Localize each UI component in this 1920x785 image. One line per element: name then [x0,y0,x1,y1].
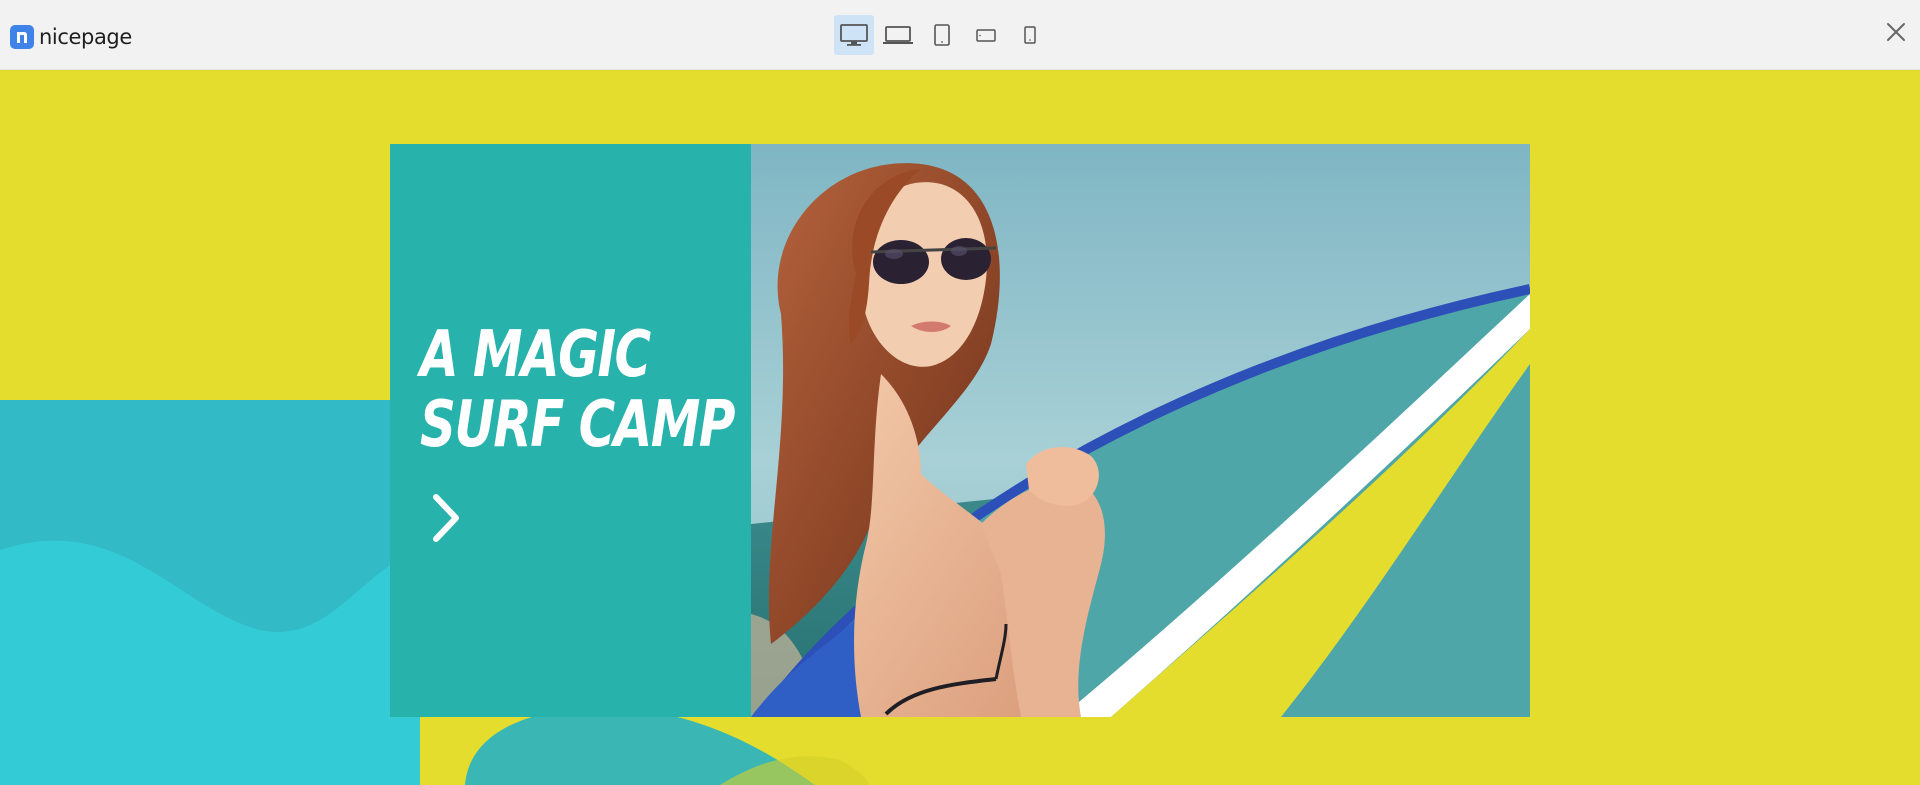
preview-toolbar: nicepage [0,0,1920,70]
device-phone-portrait-button[interactable] [1010,15,1050,55]
hero-title-line-2: SURF CAMP [420,388,735,462]
hero-title: A MAGIC SURF CAMP [420,318,735,462]
hero-block: A MAGIC SURF CAMP [390,144,1530,717]
nicepage-logo-icon [10,25,34,49]
hero-text-panel: A MAGIC SURF CAMP [390,144,751,717]
laptop-icon [883,26,913,44]
brand: nicepage [10,24,132,50]
device-tablet-button[interactable] [922,15,962,55]
hero-title-line-1: A MAGIC [420,318,651,392]
page-preview-canvas: A MAGIC SURF CAMP [0,70,1920,785]
hero-next-button[interactable] [426,490,466,546]
desktop-icon [840,24,868,46]
close-icon [1887,23,1905,41]
phone-portrait-icon [1024,26,1036,44]
device-laptop-button[interactable] [878,15,918,55]
tablet-portrait-icon [934,24,950,46]
hero-photo-surfer [751,144,1530,717]
brand-name: nicepage [39,25,132,49]
device-phone-landscape-button[interactable] [966,15,1006,55]
device-desktop-button[interactable] [834,15,874,55]
chevron-right-icon [433,494,459,542]
phone-landscape-icon [976,29,996,42]
close-preview-button[interactable] [1882,18,1910,46]
device-switcher [834,15,1050,55]
